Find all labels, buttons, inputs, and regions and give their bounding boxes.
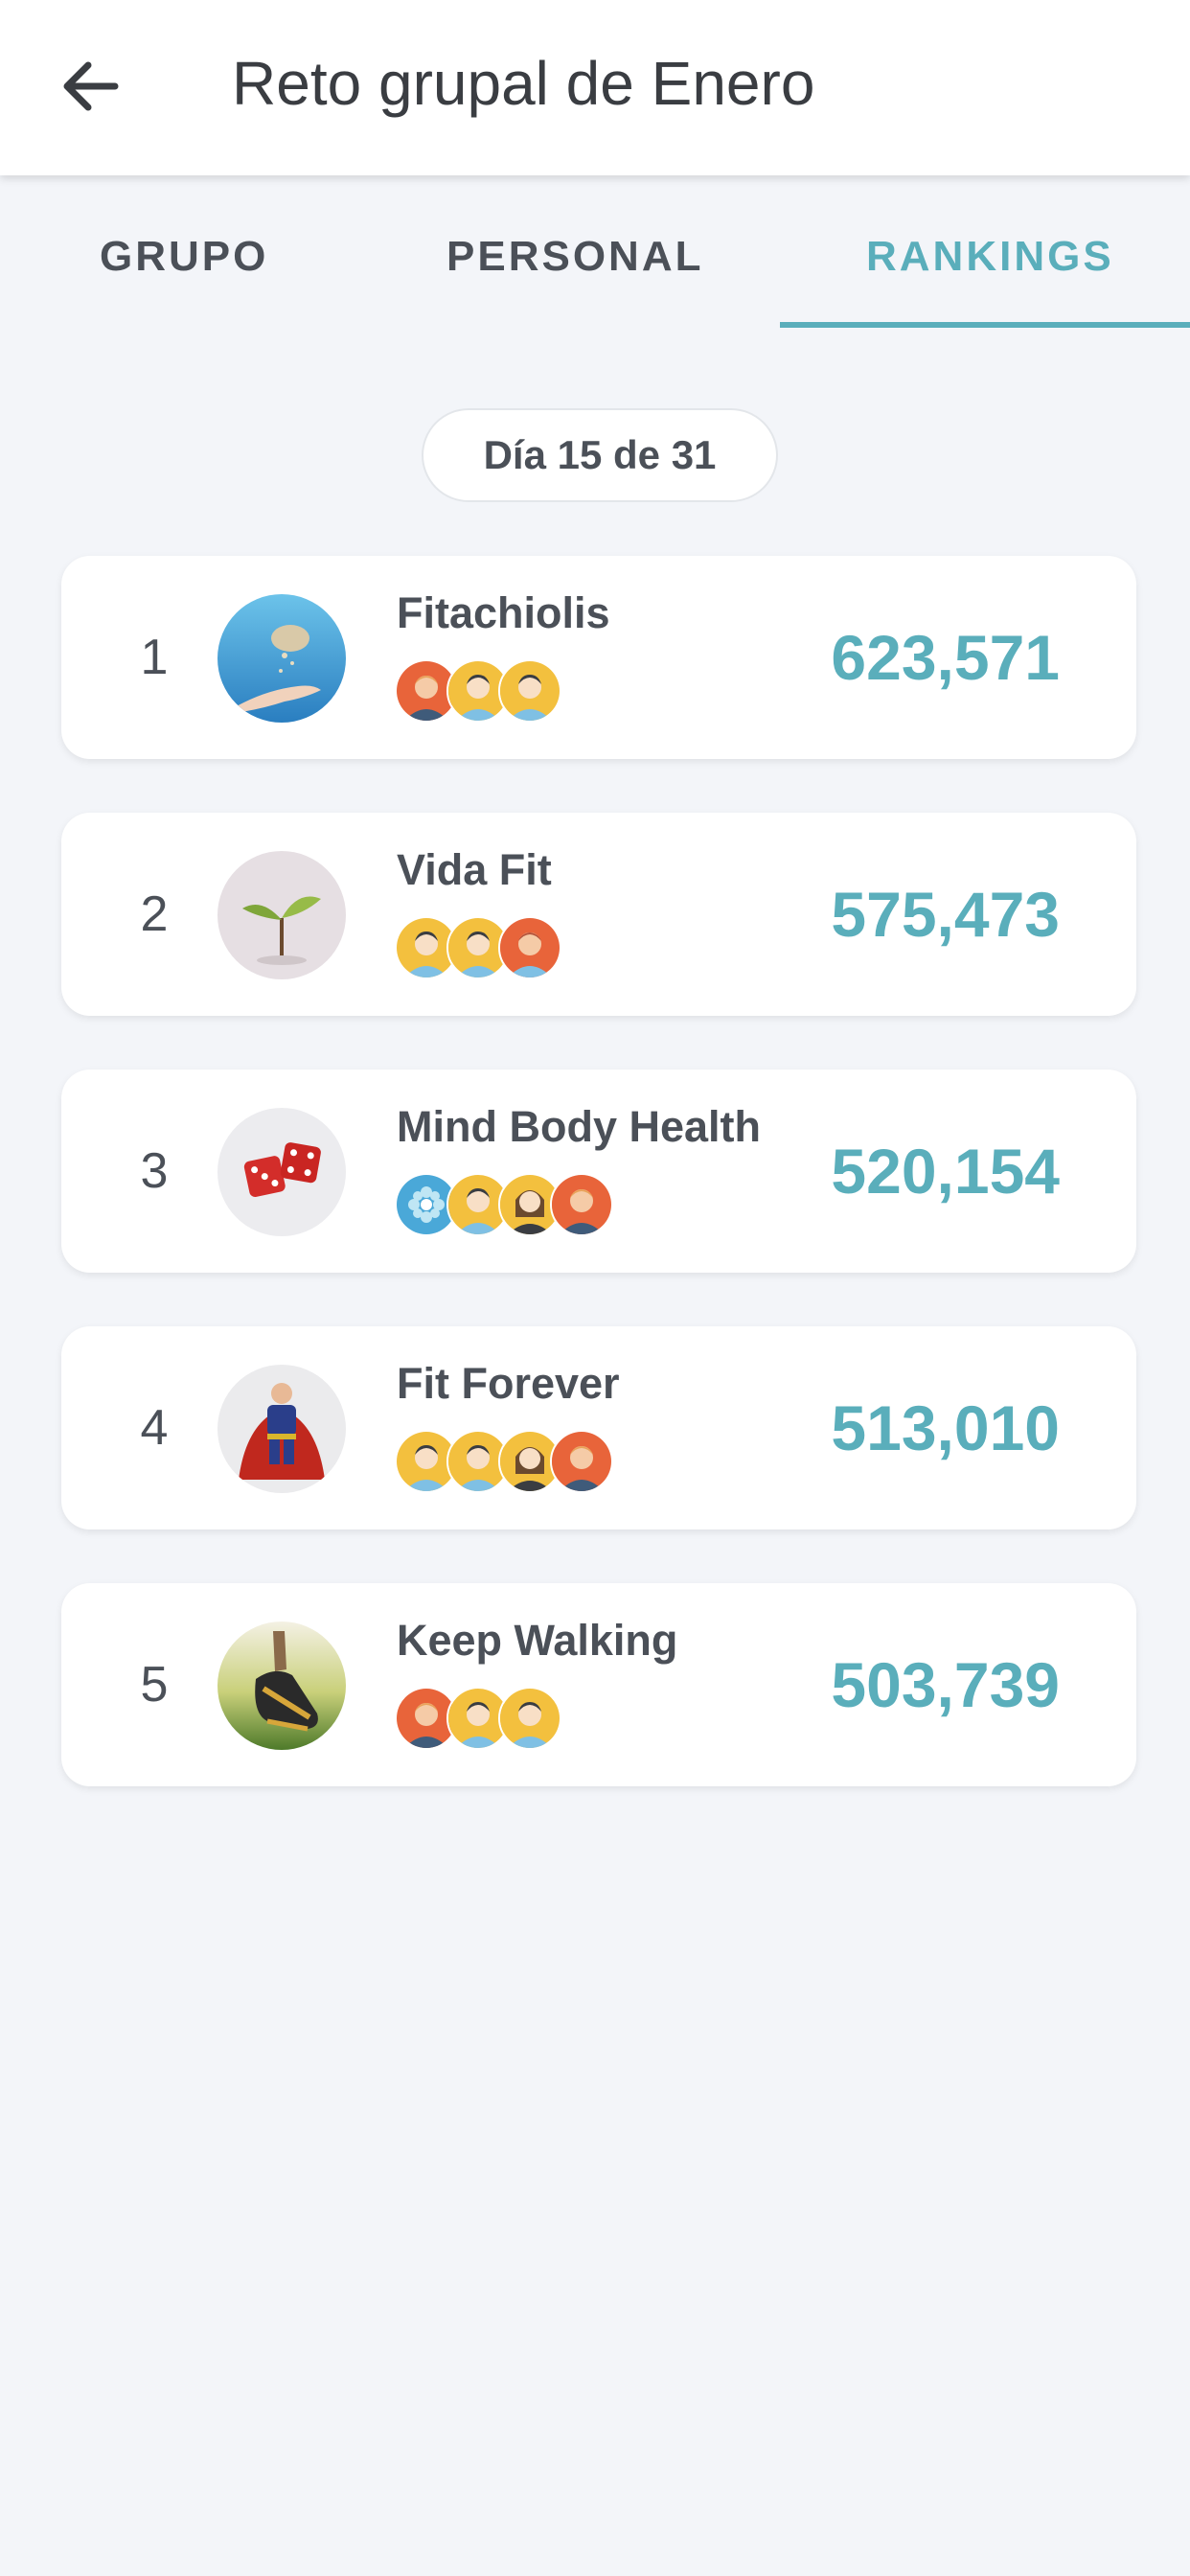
team-avatar [217, 1108, 346, 1236]
tab-grupo[interactable]: GRUPO [100, 233, 268, 281]
rank-number: 4 [140, 1400, 169, 1456]
orange-avatar [550, 1430, 613, 1493]
team-score: 623,571 [831, 622, 1060, 693]
team-name: Fitachiolis [397, 588, 610, 637]
back-button[interactable] [46, 38, 132, 134]
ranking-card[interactable]: 2 Vida Fit 575,473 [61, 813, 1136, 1016]
team-score: 520,154 [831, 1136, 1060, 1207]
yellow-avatar [498, 659, 561, 723]
member-avatars [395, 1430, 613, 1493]
rank-number: 5 [140, 1657, 169, 1713]
page-title: Reto grupal de Enero [232, 49, 815, 118]
ranking-card[interactable]: 1 Fitachiolis 623,571 [61, 556, 1136, 759]
team-avatar [217, 1622, 346, 1750]
member-avatars [395, 916, 561, 979]
yellow-avatar [498, 1687, 561, 1750]
member-avatars [395, 1687, 561, 1750]
rank-number: 2 [140, 886, 169, 942]
arrow-left-icon [63, 61, 119, 111]
team-score: 575,473 [831, 879, 1060, 950]
team-name: Keep Walking [397, 1616, 678, 1665]
tab-rankings[interactable]: RANKINGS [866, 233, 1114, 281]
ranking-card[interactable]: 4 Fit Forever 513,010 [61, 1326, 1136, 1530]
team-score: 513,010 [831, 1392, 1060, 1463]
app-bar: Reto grupal de Enero [0, 0, 1190, 175]
team-name: Fit Forever [397, 1359, 620, 1408]
member-avatars [395, 1173, 613, 1236]
ranking-card[interactable]: 5 Keep Walking 503,739 [61, 1583, 1136, 1786]
orange-avatar [550, 1173, 613, 1236]
team-avatar [217, 594, 346, 723]
rank-number: 3 [140, 1143, 169, 1199]
tab-bar: GRUPO PERSONAL RANKINGS [0, 175, 1190, 331]
team-avatar [217, 851, 346, 979]
team-avatar [217, 1365, 346, 1493]
ranking-card[interactable]: 3 Mind Body Health 520,154 [61, 1070, 1136, 1273]
active-tab-indicator [780, 322, 1190, 328]
rank-number: 1 [140, 630, 169, 685]
member-avatars [395, 659, 561, 723]
orange-avatar [498, 916, 561, 979]
tab-personal[interactable]: PERSONAL [446, 233, 703, 281]
team-name: Vida Fit [397, 845, 552, 894]
team-name: Mind Body Health [397, 1102, 761, 1151]
day-progress-badge: Día 15 de 31 [422, 408, 778, 502]
team-score: 503,739 [831, 1649, 1060, 1720]
